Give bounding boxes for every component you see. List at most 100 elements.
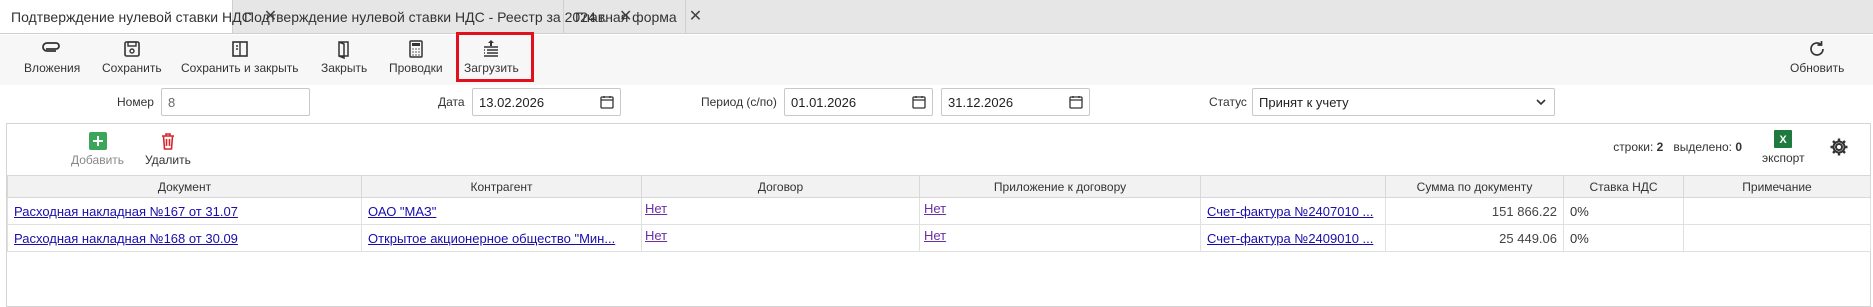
cell-sum: 151 866.22: [1385, 197, 1564, 225]
selected-count: 0: [1735, 140, 1742, 154]
grid-panel: Добавить Удалить строки: 2 выделено: 0 X…: [6, 123, 1871, 307]
gear-icon: [1830, 138, 1848, 156]
col-document[interactable]: Документ: [7, 175, 362, 198]
selected-label: выделено:: [1673, 140, 1732, 154]
filter-row: Номер 8 Дата 13.02.2026 Период (с/по) 01…: [0, 88, 1873, 118]
calculator-icon: [409, 40, 423, 58]
attachments-button[interactable]: Вложения: [24, 39, 80, 81]
cell-vat: 0%: [1563, 197, 1684, 225]
invoice-link[interactable]: Счет-фактура №2407010 ...: [1207, 204, 1373, 219]
table-row[interactable]: Расходная накладная №168 от 30.09 Открыт…: [7, 224, 1871, 252]
load-button-highlight: [456, 32, 534, 82]
tab-bar: Подтверждение нулевой ставки НДС ✕ Подтв…: [0, 0, 1873, 34]
col-appendix[interactable]: Приложение к договору: [919, 175, 1201, 198]
delete-button[interactable]: Удалить: [145, 132, 191, 167]
cell-invoice: Счет-фактура №2409010 ...: [1200, 224, 1386, 252]
number-value: 8: [168, 95, 176, 110]
invoice-link[interactable]: Счет-фактура №2409010 ...: [1207, 231, 1373, 246]
save-button[interactable]: Сохранить: [102, 39, 162, 81]
attachments-label: Вложения: [24, 61, 81, 75]
counterparty-link[interactable]: ОАО "МАЗ": [368, 204, 436, 219]
add-label: Добавить: [71, 153, 125, 167]
cell-note: [1683, 197, 1871, 225]
save-icon: [124, 41, 140, 57]
cell-appendix: Нет: [919, 197, 1201, 225]
cell-invoice: Счет-фактура №2407010 ...: [1200, 197, 1386, 225]
postings-button[interactable]: Проводки: [389, 39, 443, 81]
status-value: Принят к учету: [1259, 95, 1349, 110]
counterparty-link[interactable]: Открытое акционерное общество "Мин...: [368, 231, 615, 246]
svg-text:X: X: [1780, 134, 1788, 146]
toolbar: Вложения Сохранить Сохранить и закрыть З…: [0, 35, 1873, 85]
number-label: Номер: [117, 95, 154, 109]
cell-vat: 0%: [1563, 224, 1684, 252]
settings-button[interactable]: [1829, 137, 1849, 160]
cell-counterparty: ОАО "МАЗ": [361, 197, 642, 225]
rows-count: 2: [1656, 140, 1664, 154]
save-label: Сохранить: [102, 61, 162, 75]
export-button[interactable]: X экспорт: [1762, 130, 1805, 165]
cell-appendix: Нет: [919, 224, 1201, 252]
document-link[interactable]: Расходная накладная №167 от 31.07: [14, 204, 238, 219]
col-contract[interactable]: Договор: [641, 175, 920, 198]
excel-icon: X: [1774, 130, 1793, 148]
contract-link[interactable]: Нет: [645, 201, 667, 216]
date-field[interactable]: 13.02.2026: [472, 88, 621, 116]
date-value: 13.02.2026: [479, 95, 545, 110]
refresh-icon: [1810, 41, 1825, 56]
cell-contract: Нет: [641, 197, 920, 225]
contract-link[interactable]: Нет: [645, 228, 667, 243]
period-from-value: 01.01.2026: [791, 95, 857, 110]
status-label: Статус: [1209, 95, 1247, 109]
calendar-icon[interactable]: [912, 95, 926, 109]
table-row[interactable]: Расходная накладная №167 от 31.07 ОАО "М…: [7, 197, 1871, 225]
save-close-label: Сохранить и закрыть: [181, 61, 299, 75]
tab-zero-vat[interactable]: Подтверждение нулевой ставки НДС ✕: [0, 0, 277, 33]
close-button[interactable]: Закрыть: [321, 39, 367, 81]
calendar-icon[interactable]: [1069, 95, 1083, 109]
table-header: Документ Контрагент Договор Приложение к…: [7, 175, 1871, 198]
tab-zero-vat-registry[interactable]: Подтверждение нулевой ставки НДС - Реест…: [233, 0, 632, 33]
cell-document: Расходная накладная №167 от 31.07: [7, 197, 362, 225]
appendix-link[interactable]: Нет: [924, 228, 946, 243]
tab-label: Главная форма: [575, 8, 677, 25]
cell-sum: 25 449.06: [1385, 224, 1564, 252]
row-counts: строки: 2 выделено: 0: [1613, 140, 1742, 154]
col-sum[interactable]: Сумма по документу: [1385, 175, 1564, 198]
close-label: Закрыть: [321, 61, 368, 75]
refresh-label: Обновить: [1790, 61, 1845, 75]
save-close-icon: [231, 41, 248, 57]
document-link[interactable]: Расходная накладная №168 от 30.09: [14, 231, 238, 246]
tab-label: Подтверждение нулевой ставки НДС - Реест…: [244, 8, 607, 25]
cell-contract: Нет: [641, 224, 920, 252]
col-note[interactable]: Примечание: [1683, 175, 1871, 198]
save-close-button[interactable]: Сохранить и закрыть: [181, 39, 298, 81]
period-from-field[interactable]: 01.01.2026: [784, 88, 933, 116]
export-label: экспорт: [1762, 151, 1805, 165]
status-select[interactable]: Принят к учету: [1252, 88, 1555, 116]
refresh-button[interactable]: Обновить: [1790, 39, 1844, 81]
calendar-icon[interactable]: [600, 95, 614, 109]
plus-icon: [88, 132, 107, 150]
cell-document: Расходная накладная №168 от 30.09: [7, 224, 362, 252]
door-icon: [338, 41, 349, 59]
cell-counterparty: Открытое акционерное общество "Мин...: [361, 224, 642, 252]
col-invoice[interactable]: [1200, 175, 1386, 198]
tab-main-form[interactable]: Главная форма ✕: [564, 0, 702, 33]
col-vat[interactable]: Ставка НДС: [1563, 175, 1684, 198]
appendix-link[interactable]: Нет: [924, 201, 946, 216]
delete-label: Удалить: [145, 153, 191, 167]
add-button[interactable]: Добавить: [71, 132, 124, 167]
tab-label: Подтверждение нулевой ставки НДС: [11, 8, 252, 25]
cell-note: [1683, 224, 1871, 252]
number-field[interactable]: 8: [161, 88, 310, 116]
date-label: Дата: [438, 95, 465, 109]
trash-icon: [161, 133, 174, 150]
period-label: Период (с/по): [701, 95, 777, 109]
col-counterparty[interactable]: Контрагент: [361, 175, 642, 198]
rows-label: строки:: [1613, 140, 1654, 154]
postings-label: Проводки: [389, 61, 443, 75]
close-icon[interactable]: ✕: [689, 8, 702, 25]
period-to-value: 31.12.2026: [948, 95, 1014, 110]
period-to-field[interactable]: 31.12.2026: [941, 88, 1090, 116]
